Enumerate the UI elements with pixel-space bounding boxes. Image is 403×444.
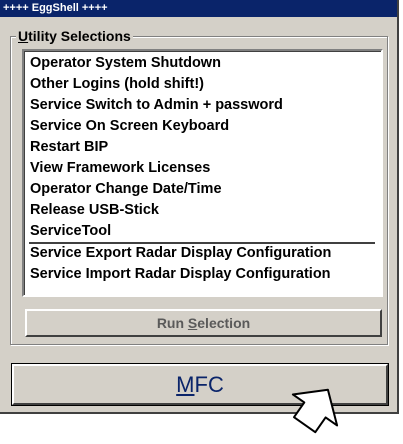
- run-selection-button[interactable]: Run Selection: [25, 309, 382, 337]
- window-titlebar[interactable]: ++++ EggShell ++++: [0, 0, 397, 17]
- list-item-view-framework-licenses[interactable]: View Framework Licenses: [30, 158, 210, 179]
- eggshell-window: ++++ EggShell ++++ Utility Selections Op…: [0, 0, 399, 414]
- window-title: ++++ EggShell ++++: [3, 2, 108, 14]
- list-item-release-usb-stick[interactable]: Release USB-Stick: [30, 200, 159, 221]
- list-item-servicetool[interactable]: ServiceTool: [30, 221, 111, 242]
- hand-pointer-cursor-icon: [283, 383, 353, 439]
- list-item-other-logins[interactable]: Other Logins (hold shift!): [30, 74, 204, 95]
- utility-listbox[interactable]: Operator System Shutdown Other Logins (h…: [22, 49, 383, 297]
- list-item-service-import-radar-config[interactable]: Service Import Radar Display Configurati…: [30, 264, 331, 285]
- list-item-service-export-radar-config[interactable]: Service Export Radar Display Configurati…: [30, 243, 331, 264]
- list-item-service-switch-admin[interactable]: Service Switch to Admin + password: [30, 95, 283, 116]
- list-item-restart-bip[interactable]: Restart BIP: [30, 137, 108, 158]
- list-item-operator-change-date-time[interactable]: Operator Change Date/Time: [30, 179, 222, 200]
- utility-selections-legend: Utility Selections: [16, 27, 133, 45]
- list-item-operator-system-shutdown[interactable]: Operator System Shutdown: [30, 53, 221, 74]
- list-item-service-on-screen-keyboard[interactable]: Service On Screen Keyboard: [30, 116, 229, 137]
